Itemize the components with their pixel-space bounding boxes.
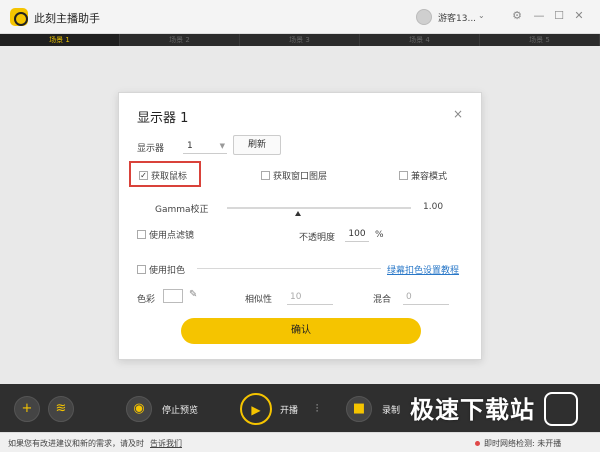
maximize-button[interactable]: ☐ <box>552 9 566 23</box>
checkmark-icon: ✓ <box>139 171 148 180</box>
close-button[interactable]: ✕ <box>572 9 586 23</box>
eyedropper-icon[interactable]: ✎ <box>189 289 197 300</box>
chevron-down-icon[interactable]: ⌄ <box>478 11 485 20</box>
gamma-slider[interactable] <box>227 207 411 209</box>
tab-scene-5[interactable]: 场景 5 <box>480 34 600 46</box>
compat-mode-checkbox[interactable]: 兼容模式 <box>399 169 447 182</box>
display-select[interactable]: 1 ▼ <box>183 138 227 154</box>
network-status-dot <box>475 441 480 446</box>
capture-mouse-label: 获取鼠标 <box>151 172 188 182</box>
chroma-key-label: 使用扣色 <box>149 266 186 276</box>
point-filter-label: 使用点滤镜 <box>149 231 195 241</box>
gamma-value: 1.00 <box>423 202 444 212</box>
gamma-slider-handle[interactable] <box>295 211 301 216</box>
display-source-dialog: 显示器 1 × 显示器 1 ▼ 刷新 ✓ 获取鼠标 获取窗口图层 兼容模式 Ga… <box>118 92 482 360</box>
opacity-label: 不透明度 <box>299 233 336 243</box>
add-source-button[interactable]: + <box>14 396 40 422</box>
dialog-title: 显示器 1 <box>137 111 189 126</box>
user-avatar[interactable] <box>416 9 432 25</box>
similarity-input[interactable]: 10 <box>287 289 333 305</box>
live-label[interactable]: 开播 <box>280 403 298 416</box>
chroma-key-checkbox[interactable]: 使用扣色 <box>137 263 185 276</box>
app-title: 此刻主播助手 <box>34 12 100 25</box>
display-select-value: 1 <box>187 141 193 151</box>
audio-mixer-icon[interactable]: ⫶ <box>308 400 326 418</box>
feedback-text: 如果您有改进建议和新的需求，请及时 <box>8 439 144 448</box>
blend-label: 混合 <box>373 295 392 305</box>
tab-scene-1[interactable]: 场景 1 <box>0 34 120 46</box>
eye-icon[interactable]: ◉ <box>126 396 152 422</box>
point-filter-checkbox[interactable]: 使用点滤镜 <box>137 228 194 241</box>
divider-line <box>197 268 381 269</box>
minimize-button[interactable]: — <box>532 9 546 23</box>
tab-scene-2[interactable]: 场景 2 <box>120 34 240 46</box>
gamma-label: Gamma校正 <box>155 205 209 215</box>
record-label[interactable]: 录制 <box>382 403 400 416</box>
capture-window-layer-label: 获取窗口图层 <box>273 172 328 182</box>
stop-preview-label[interactable]: 停止预览 <box>162 403 198 416</box>
status-bar: 如果您有改进建议和新的需求，请及时 告诉我们 即时网络检测: 未开播 <box>0 432 600 452</box>
blend-input[interactable]: 0 <box>403 289 449 305</box>
camera-icon[interactable]: ■ <box>346 396 372 422</box>
capture-mouse-checkbox[interactable]: ✓ 获取鼠标 <box>139 169 187 182</box>
scene-tabs: 场景 1 场景 2 场景 3 场景 4 场景 5 <box>0 34 600 46</box>
opacity-unit: % <box>375 230 384 240</box>
similarity-label: 相似性 <box>245 295 273 305</box>
opacity-input[interactable]: 100 <box>345 226 369 242</box>
chevron-down-icon: ▼ <box>219 142 225 150</box>
layers-icon[interactable]: ≋ <box>48 396 74 422</box>
watermark-logo-icon <box>544 392 578 426</box>
user-name[interactable]: 游客13... <box>438 11 476 24</box>
compat-mode-label: 兼容模式 <box>411 172 448 182</box>
feedback-link[interactable]: 告诉我们 <box>150 438 182 449</box>
play-icon[interactable]: ▶ <box>240 393 272 425</box>
network-status-text: 即时网络检测: 未开播 <box>484 439 562 448</box>
title-bar: 此刻主播助手 游客13... ⌄ ⚙ — ☐ ✕ <box>0 0 600 34</box>
confirm-button[interactable]: 确认 <box>181 318 421 344</box>
tab-scene-3[interactable]: 场景 3 <box>240 34 360 46</box>
close-icon[interactable]: × <box>453 107 463 121</box>
refresh-button[interactable]: 刷新 <box>233 135 281 155</box>
capture-window-layer-checkbox[interactable]: 获取窗口图层 <box>261 169 327 182</box>
color-swatch[interactable] <box>163 289 183 303</box>
chroma-tutorial-link[interactable]: 绿幕扣色设置教程 <box>387 263 459 276</box>
color-label: 色彩 <box>137 295 156 305</box>
app-logo-icon <box>10 8 28 26</box>
tab-scene-4[interactable]: 场景 4 <box>360 34 480 46</box>
display-label: 显示器 <box>137 144 165 154</box>
gear-icon[interactable]: ⚙ <box>510 9 524 23</box>
watermark-text: 极速下载站 <box>410 396 535 424</box>
